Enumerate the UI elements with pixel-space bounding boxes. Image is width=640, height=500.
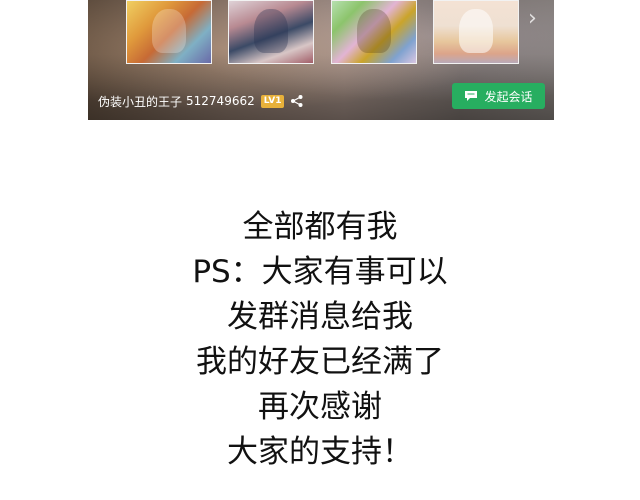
chat-bubble-icon bbox=[464, 90, 478, 102]
user-id: 512749662 bbox=[186, 94, 255, 108]
cover-illustration bbox=[357, 9, 391, 53]
message-line: 大家的支持！ bbox=[227, 434, 413, 470]
message-text: 全部都有我 PS：大家有事可以 发群消息给我 我的好友已经满了 再次感谢 大家的… bbox=[0, 205, 640, 475]
cover-illustration bbox=[254, 9, 288, 53]
comic-cover-1[interactable] bbox=[126, 0, 212, 64]
user-info: 伪装小丑的王子 512749662 LV1 bbox=[98, 92, 304, 110]
message-line: PS：大家有事可以 bbox=[192, 254, 448, 290]
message-line: 全部都有我 bbox=[242, 209, 398, 245]
comic-cover-4[interactable] bbox=[433, 0, 519, 64]
comic-cover-3[interactable] bbox=[331, 0, 417, 64]
level-badge: LV1 bbox=[260, 94, 285, 108]
username[interactable]: 伪装小丑的王子 bbox=[98, 93, 182, 110]
start-chat-button[interactable]: 发起会话 bbox=[452, 83, 545, 109]
profile-banner: › 伪装小丑的王子 512749662 LV1 发起会话 bbox=[88, 0, 554, 120]
start-chat-label: 发起会话 bbox=[484, 89, 533, 104]
message-line: 我的好友已经满了 bbox=[196, 344, 444, 380]
cover-illustration bbox=[152, 9, 186, 53]
share-icon[interactable] bbox=[290, 94, 304, 108]
message-line: 再次感谢 bbox=[258, 389, 382, 425]
comic-cover-2[interactable] bbox=[228, 0, 314, 64]
message-line: 发群消息给我 bbox=[227, 299, 413, 335]
chevron-right-icon[interactable]: › bbox=[528, 8, 542, 30]
cover-illustration bbox=[459, 9, 493, 53]
